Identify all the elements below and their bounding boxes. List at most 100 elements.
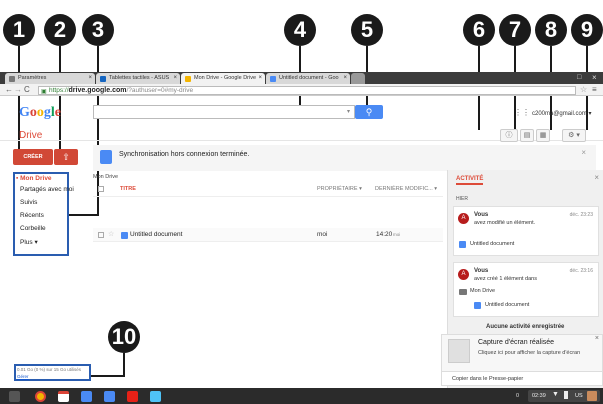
sidebar-item-corbeille[interactable]: Corbeille (20, 225, 46, 232)
leader-line (59, 46, 61, 150)
drive-icon (185, 76, 191, 82)
sidebar-item-plus[interactable]: Plus ▾ (20, 238, 38, 246)
info-icon: ⓘ (505, 132, 513, 139)
star-icon[interactable]: ☆ (580, 85, 587, 94)
docs-icon (270, 76, 276, 82)
sidebar-item-partages[interactable]: Partagés avec moi (20, 186, 74, 193)
battery-icon (564, 391, 568, 399)
close-icon[interactable]: × (581, 148, 586, 157)
tab-asus[interactable]: Tablettes tactiles - ASUS × (96, 73, 180, 84)
apps-grid-icon[interactable]: ⋮⋮ (514, 108, 530, 117)
search-button[interactable]: ⚲ (355, 105, 383, 119)
screenshot-icon (448, 339, 470, 363)
launcher-icon[interactable] (9, 391, 20, 402)
column-title[interactable]: TITRE (120, 186, 136, 192)
search-icon: ⚲ (365, 107, 373, 117)
gear-icon: ⚙ ▾ (568, 132, 580, 139)
callout-10: 10 (108, 321, 140, 353)
account-menu[interactable]: c200ma@gmail.com ▾ (532, 110, 591, 117)
grid-view-button[interactable]: ▦ (536, 129, 550, 142)
activity-card: A Vous déc. 23:23 avez modifié un élémen… (453, 206, 599, 256)
callout-5: 5 (351, 14, 383, 46)
files-icon[interactable] (150, 391, 161, 402)
close-window-icon[interactable]: × (592, 73, 597, 82)
youtube-icon[interactable] (127, 391, 138, 402)
docs-icon (474, 302, 481, 309)
activity-section: HIER (456, 196, 468, 202)
upload-button[interactable]: ⇧ (54, 149, 78, 165)
sidebar-item-mon-drive[interactable]: ▪ Mon Drive (16, 175, 52, 182)
new-tab-button[interactable] (351, 73, 365, 84)
search-input[interactable]: ▾ (93, 105, 355, 119)
menu-icon[interactable]: ≡ (592, 85, 597, 94)
divider (93, 196, 443, 197)
activity-card: A Vous déc. 23:16 avez créé 1 élément da… (453, 262, 599, 317)
column-modified[interactable]: DERNIÈRE MODIFIC... ▾ (375, 186, 437, 192)
offline-icon (100, 150, 112, 164)
tab-drive[interactable]: Mon Drive - Google Drive × (181, 73, 265, 84)
page-indicator: 0 (516, 393, 520, 399)
docs-app-icon[interactable] (104, 391, 115, 402)
storage-text: 0.01 Go (0 %) sur 15 Go utilisés (17, 367, 82, 372)
gmail-icon[interactable] (58, 391, 69, 402)
avatar: A (458, 269, 469, 280)
settings-button[interactable]: ⚙ ▾ (562, 129, 586, 142)
docs-icon (121, 232, 128, 239)
reload-icon[interactable]: C (24, 85, 30, 94)
column-owner[interactable]: PROPRIÉTAIRE ▾ (317, 186, 362, 192)
wrench-icon (9, 76, 15, 82)
callout-1: 1 (3, 14, 35, 46)
activity-title: ACTIVITÉ (456, 176, 484, 185)
tab-parametres[interactable]: Paramètres × (5, 73, 95, 84)
table-row[interactable]: ☆ Untitled document moi 14:20 moi (93, 228, 443, 242)
minimize-icon[interactable]: □ (577, 74, 581, 81)
list-view-button[interactable]: ▤ (520, 129, 534, 142)
manage-link[interactable]: Gérer (17, 374, 29, 379)
callout-7: 7 (499, 14, 531, 46)
chevron-down-icon: ▾ (434, 186, 438, 192)
lock-icon: ▣ (41, 89, 47, 95)
avatar (587, 391, 597, 401)
row-checkbox[interactable] (98, 232, 104, 238)
copy-clipboard-button[interactable]: Copier dans le Presse-papier (441, 372, 603, 386)
screenshot-notification[interactable]: Capture d'écran réalisée Cliquez ici pou… (441, 334, 603, 372)
details-button[interactable]: ⓘ (500, 129, 518, 142)
list-icon: ▤ (523, 132, 531, 139)
chrome-icon[interactable] (35, 391, 46, 402)
leader-line (123, 353, 125, 377)
address-bar[interactable]: ▣ https://drive.google.com/?authuser=0#m… (38, 86, 576, 95)
forward-icon[interactable]: → (14, 85, 22, 94)
callout-6: 6 (463, 14, 495, 46)
sync-banner: Synchronisation hors connexion terminée.… (93, 145, 596, 171)
close-icon[interactable]: × (88, 73, 92, 84)
leader-line (90, 375, 125, 377)
breadcrumb[interactable]: Mon Drive (93, 174, 118, 180)
leader-line (69, 214, 99, 216)
callout-2: 2 (44, 14, 76, 46)
empty-activity-text: Aucune activité enregistrée (486, 324, 565, 330)
folder-icon (459, 289, 467, 295)
grid-icon: ▦ (539, 132, 547, 139)
google-logo: Google (19, 105, 61, 120)
locale-indicator: US (575, 393, 583, 399)
close-icon[interactable]: × (258, 73, 262, 84)
close-icon[interactable]: × (173, 73, 177, 84)
sidebar-item-suivis[interactable]: Suivis (20, 199, 37, 206)
close-icon[interactable]: × (343, 73, 347, 84)
star-icon[interactable]: ☆ (108, 230, 114, 238)
sidebar-item-recents[interactable]: Récents (20, 212, 44, 219)
close-icon[interactable]: × (595, 335, 599, 342)
close-icon[interactable]: × (594, 173, 599, 182)
chevron-down-icon[interactable]: ▾ (347, 108, 350, 115)
asus-icon (100, 76, 106, 82)
create-button[interactable]: CRÉER (13, 149, 53, 165)
callout-4: 4 (284, 14, 316, 46)
docs-icon (459, 241, 466, 248)
tab-docs[interactable]: Untitled document - Goo × (266, 73, 350, 84)
select-all-checkbox[interactable] (98, 186, 104, 192)
callout-8: 8 (535, 14, 567, 46)
chevron-down-icon: ▾ (359, 186, 362, 192)
search-app-icon[interactable] (81, 391, 92, 402)
back-icon[interactable]: ← (5, 85, 13, 94)
clock: 02:39 (532, 393, 546, 399)
